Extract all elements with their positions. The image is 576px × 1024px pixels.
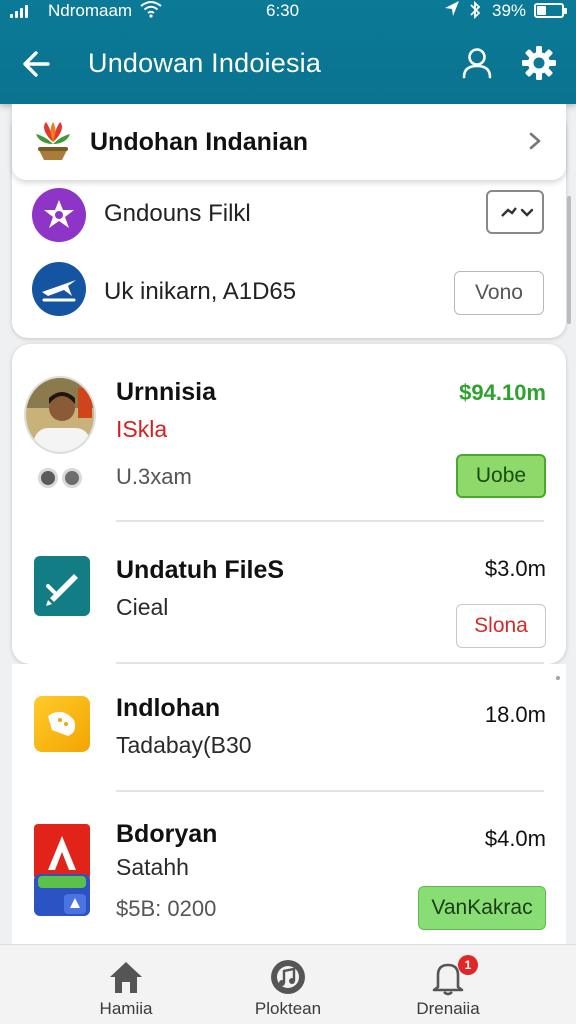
signal-icon [10,4,28,18]
vono-button[interactable]: Vono [454,271,544,315]
star-badge-icon [32,188,86,242]
wifi-icon [140,0,162,23]
app-header: Ndromaam 6:30 39% Undowan Indoiesia [0,0,576,104]
flower-logo-icon [34,120,72,164]
list-item[interactable]: Bdoryan Satahh $5B: 0200 $4.0m VanKakrac [12,820,566,930]
chevron-right-icon [526,130,544,152]
settings-row-label: Uk inikarn, A1D65 [104,278,297,305]
clock: 6:30 [266,1,300,20]
user-icon[interactable] [458,44,496,82]
avatar [24,376,96,454]
back-arrow-icon[interactable] [18,44,58,84]
item-price: $3.0m [484,556,546,581]
pencil-app-icon [34,556,90,616]
scroll-indicator [556,676,560,680]
item-title: Indlohan [116,694,221,722]
carrier-name: Ndromaam [48,1,133,20]
divider [116,790,544,792]
slona-button[interactable]: Slona [456,604,546,648]
group-dropdown[interactable] [486,190,544,234]
item-title: Bdoryan [116,820,218,848]
status-dots [38,468,82,488]
item-subtitle: Satahh [116,854,189,880]
music-icon [268,957,308,997]
divider [116,520,544,522]
bluetooth-icon [468,0,482,24]
app-selector-label: Undohan Indanian [90,128,309,156]
item-title: Urnnisia [116,378,217,406]
bottom-nav: Hamiia Ploktean 1 Drenaiia [0,944,576,1024]
settings-row-label: Gndouns Filkl [104,200,251,227]
item-meta: $5B: 0200 [116,896,217,921]
notification-badge: 1 [458,955,478,975]
adobe-app-icon [34,824,90,916]
list-item[interactable]: Undatuh FileS Cieal $3.0m Slona [12,554,566,654]
status-bar: Ndromaam 6:30 39% [0,0,576,24]
item-subtitle: ISkla [116,416,168,442]
page-title: Undowan Indoiesia [88,48,322,78]
chat-app-icon [34,696,90,752]
divider [116,662,544,664]
app-selector-row[interactable]: Undohan Indanian [12,104,566,180]
gear-icon[interactable] [520,44,558,82]
battery-icon [534,3,567,18]
item-subtitle: Tadabay(B30 [116,732,252,758]
nav-label: Drenaiia [416,999,480,1018]
vankakrac-button[interactable]: VanKakrac [418,886,546,930]
battery-percent: 39% [492,1,527,20]
item-price: $94.10m [459,380,546,405]
scrollbar[interactable] [567,196,571,324]
item-price: 18.0m [484,702,546,727]
item-title: Undatuh FileS [116,556,285,584]
settings-row-flight: Uk inikarn, A1D65 Vono [12,262,566,322]
settings-row-group: Gndouns Filkl [12,188,566,244]
nav-notifications[interactable]: 1 Drenaiia [352,945,544,1024]
list-item[interactable]: Indlohan Tadabay(B30 18.0m [12,694,566,774]
item-price: $4.0m [484,826,546,851]
location-icon [444,0,460,22]
home-icon [106,957,146,997]
item-subtitle: Cieal [116,594,169,620]
list-item[interactable]: Urnnisia ISkla U.3xam $94.10m Uobe [12,376,566,516]
uobe-button[interactable]: Uobe [456,454,546,498]
plane-icon [32,262,86,316]
item-meta: U.3xam [116,464,192,489]
